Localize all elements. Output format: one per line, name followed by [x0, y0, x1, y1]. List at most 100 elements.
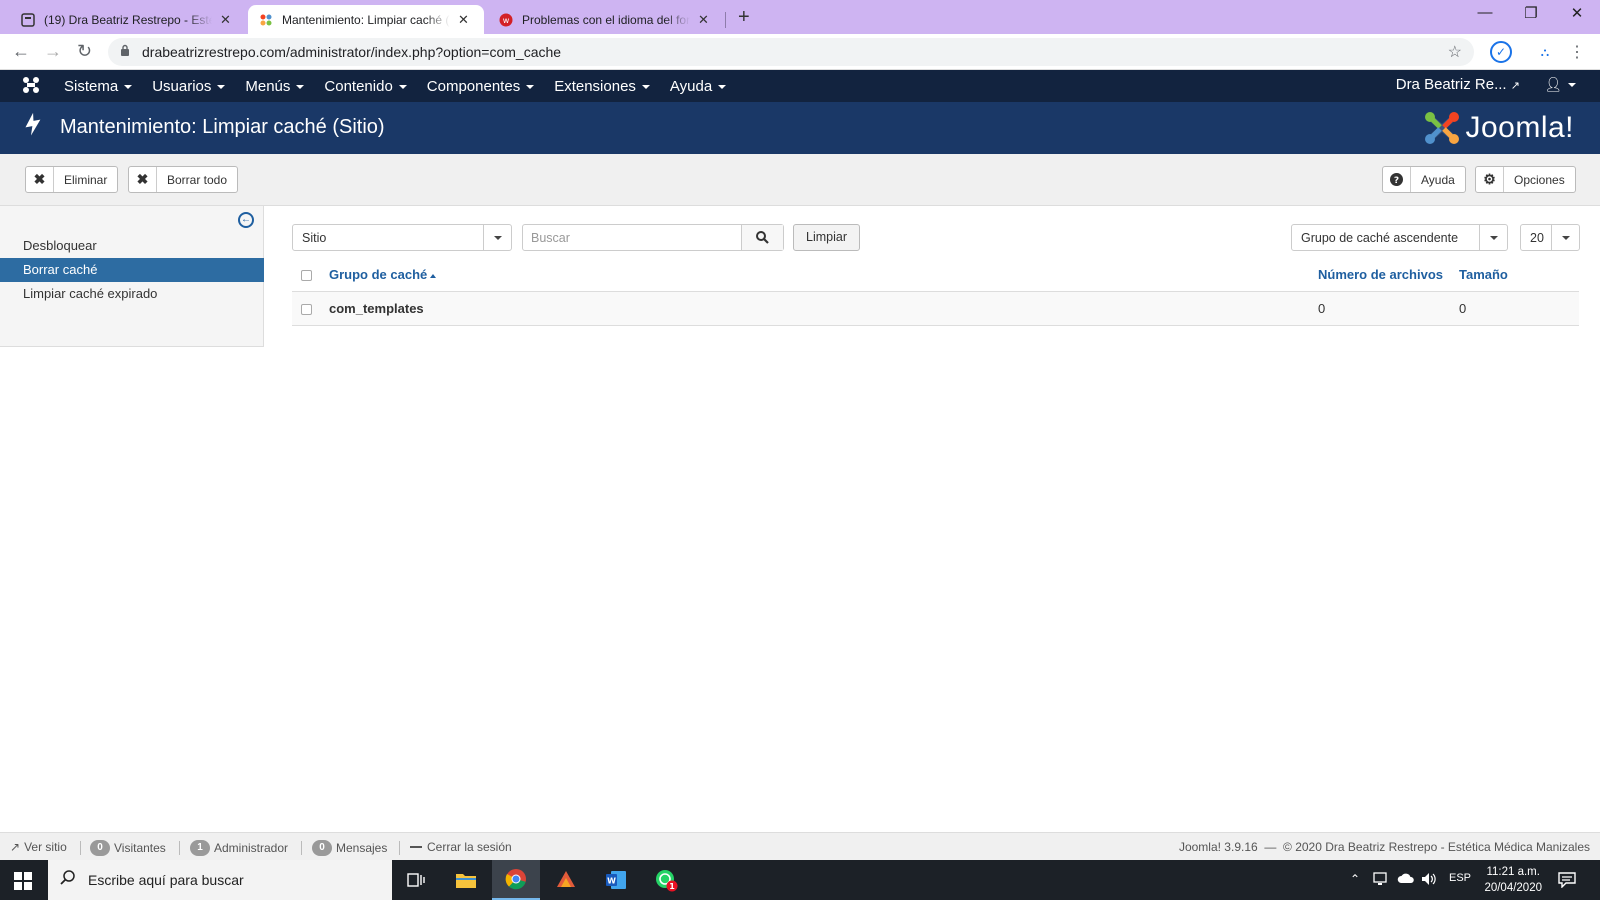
help-button[interactable]: ? Ayuda: [1382, 166, 1466, 193]
limit-select[interactable]: 20: [1520, 224, 1580, 251]
language-indicator[interactable]: ESP: [1449, 872, 1471, 884]
search-icon: [60, 869, 76, 890]
visitors-link[interactable]: 0 Visitantes: [90, 840, 166, 856]
close-icon[interactable]: ✕: [458, 12, 469, 28]
back-icon[interactable]: ←: [12, 41, 30, 62]
select-all-checkbox[interactable]: [301, 270, 312, 281]
forward-icon[interactable]: →: [44, 41, 62, 62]
close-icon[interactable]: ✕: [220, 12, 231, 28]
admin-link[interactable]: 1 Administrador: [190, 840, 288, 856]
row-checkbox[interactable]: [301, 304, 312, 315]
divider: [80, 841, 81, 855]
menu-label: Usuarios: [152, 77, 212, 95]
column-header-size[interactable]: Tamaño: [1459, 267, 1508, 282]
joomla-logo-icon: [1423, 110, 1461, 146]
svg-text:W: W: [607, 877, 616, 886]
copyright-text: © 2020 Dra Beatriz Restrepo - Estética M…: [1283, 840, 1590, 854]
status-bar: ↗ Ver sitio 0 Visitantes 1 Administrador 0M…: [0, 832, 1600, 860]
footer-credits: Joomla! 3.9.16 — © 2020 Dra Beatriz Rest…: [1178, 840, 1590, 854]
size-cell: 0: [1459, 301, 1467, 316]
table-row: com_templates 0 0: [292, 292, 1579, 326]
admin-label: Administrador: [214, 841, 289, 855]
sidebar-item-borrar-cache[interactable]: Borrar caché: [0, 258, 264, 282]
chrome-icon[interactable]: [492, 860, 540, 900]
help-icon: ?: [1383, 167, 1411, 192]
help-button-label: Ayuda: [1421, 172, 1455, 187]
joomla-menu-logo-icon[interactable]: [22, 76, 40, 99]
column-header-count[interactable]: Número de archivos: [1318, 267, 1443, 282]
lock-icon: [120, 44, 130, 59]
whatsapp-icon[interactable]: 1: [642, 860, 690, 900]
volume-icon[interactable]: [1421, 872, 1437, 889]
clear-button[interactable]: Limpiar: [793, 224, 860, 251]
network-icon[interactable]: [1373, 872, 1389, 889]
reload-icon[interactable]: ↻: [77, 41, 92, 62]
menu-menus[interactable]: Menús: [235, 78, 314, 95]
file-explorer-icon[interactable]: [442, 860, 490, 900]
word-icon[interactable]: W: [592, 860, 640, 900]
menu-usuarios[interactable]: Usuarios: [142, 78, 235, 95]
ordering-select[interactable]: Grupo de caché ascendente: [1291, 224, 1508, 251]
sidebar-item-limpiar-cache-expirado[interactable]: Limpiar caché expirado: [0, 282, 264, 306]
external-link-icon: ↗: [10, 840, 21, 854]
caret-down-icon: [398, 84, 407, 89]
chevron-up-icon[interactable]: ⌃: [1350, 872, 1360, 886]
extension-check-icon[interactable]: ✓: [1490, 41, 1512, 63]
delete-all-button[interactable]: ✖ Borrar todo: [128, 166, 239, 193]
menu-ayuda[interactable]: Ayuda: [660, 78, 736, 95]
browser-tab-2[interactable]: Mantenimiento: Limpiar caché (Sitio) ✕: [248, 5, 484, 34]
client-select-value: Sitio: [302, 231, 327, 245]
site-link[interactable]: Dra Beatriz Re... ↗: [1396, 76, 1520, 93]
delete-icon: ✖: [26, 167, 54, 192]
maximize-icon[interactable]: ❐: [1508, 4, 1554, 22]
close-icon[interactable]: ✕: [698, 12, 709, 28]
menu-label: Contenido: [324, 77, 393, 95]
view-site-label: Ver sitio: [24, 840, 67, 854]
address-bar[interactable]: drabeatrizrestrepo.com/administrator/ind…: [108, 38, 1474, 66]
task-view-icon[interactable]: [392, 860, 440, 900]
search-icon: [756, 231, 769, 244]
client-select[interactable]: Sitio: [292, 224, 512, 251]
windows-start-icon[interactable]: [14, 872, 32, 890]
taskbar-clock[interactable]: 11:21 a.m. 20/04/2020: [1484, 864, 1542, 896]
search-input[interactable]: [523, 225, 743, 250]
clock-date: 20/04/2020: [1484, 882, 1542, 894]
messages-link[interactable]: 0 Mensajes: [312, 840, 387, 856]
menu-componentes[interactable]: Componentes: [417, 78, 544, 95]
delete-icon: ✖: [129, 167, 157, 192]
sidebar: ← Desbloquear Borrar caché Limpiar caché…: [0, 206, 264, 347]
new-tab-icon[interactable]: +: [738, 6, 750, 29]
minimize-icon[interactable]: —: [1462, 4, 1508, 21]
bookmark-star-icon[interactable]: ☆: [1448, 42, 1462, 62]
extension-translate-icon[interactable]: ⛬: [1534, 41, 1556, 63]
notifications-icon[interactable]: [1558, 872, 1576, 891]
bolt-icon: [22, 112, 44, 143]
file-count-cell: 0: [1318, 301, 1326, 316]
browser-menu-icon[interactable]: ⋮: [1566, 41, 1588, 63]
window-close-icon[interactable]: ✕: [1554, 4, 1600, 22]
onedrive-icon[interactable]: [1397, 872, 1415, 887]
browser-tab-1[interactable]: (19) Dra Beatriz Restrepo - Estética ✕: [10, 5, 246, 34]
forum-icon: w: [498, 12, 514, 28]
search-button[interactable]: [741, 225, 783, 250]
menu-extensiones[interactable]: Extensiones: [544, 78, 660, 95]
sidebar-collapse-icon[interactable]: ←: [238, 212, 254, 228]
menu-contenido[interactable]: Contenido: [314, 78, 416, 95]
admin-menu: Sistema Usuarios Menús Contenido Compone…: [54, 70, 736, 102]
menu-sistema[interactable]: Sistema: [54, 78, 142, 95]
column-header-group[interactable]: Grupo de caché: [329, 267, 437, 282]
sidebar-item-desbloquear[interactable]: Desbloquear: [0, 234, 264, 258]
cache-group-cell: com_templates: [329, 301, 424, 316]
admin-navbar: Sistema Usuarios Menús Contenido Compone…: [0, 70, 1600, 102]
media-app-icon[interactable]: [542, 860, 590, 900]
view-site-link[interactable]: ↗ Ver sitio: [10, 840, 67, 854]
browser-tab-3[interactable]: w Problemas con el idioma del foro ✕: [488, 5, 724, 34]
taskbar-search[interactable]: Escribe aquí para buscar: [48, 860, 392, 900]
options-button-label: Opciones: [1514, 172, 1565, 187]
version-text: Joomla! 3.9.16: [1178, 840, 1258, 854]
options-button[interactable]: ⚙ Opciones: [1475, 166, 1576, 193]
user-menu[interactable]: 👤︎: [1544, 76, 1576, 93]
logout-label: Cerrar la sesión: [427, 840, 512, 854]
delete-button[interactable]: ✖ Eliminar: [25, 166, 119, 193]
logout-link[interactable]: Cerrar la sesión: [410, 840, 512, 854]
